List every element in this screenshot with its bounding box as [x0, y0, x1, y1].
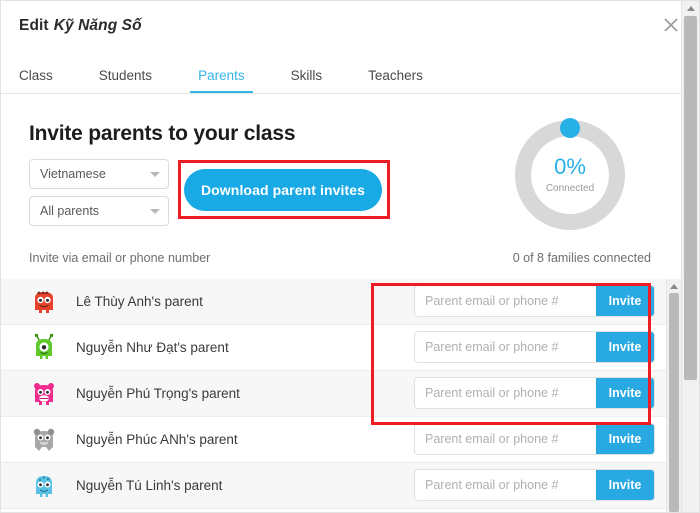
parent-name: Nguyễn Phú Trọng's parent: [76, 386, 240, 401]
chevron-down-icon: [150, 208, 160, 214]
scroll-up-icon[interactable]: [667, 279, 681, 293]
invite-button[interactable]: Invite: [596, 378, 654, 408]
dialog-scrollbar[interactable]: [681, 1, 699, 512]
language-select[interactable]: Vietnamese: [29, 159, 169, 189]
tab-students[interactable]: Students: [99, 68, 152, 93]
parent-scope-select-value: All parents: [40, 204, 100, 218]
table-row: Nguyễn Phúc ANh's parent Invite: [1, 417, 681, 463]
tab-teachers[interactable]: Teachers: [368, 68, 423, 93]
edit-class-dialog: Edit Kỹ Năng Số Class Students Parents Sk…: [0, 0, 700, 513]
invite-field-group: Invite: [414, 377, 655, 409]
invite-button[interactable]: Invite: [596, 470, 654, 500]
dialog-titlebar: Edit Kỹ Năng Số: [1, 1, 699, 50]
section-heading: Invite parents to your class: [29, 122, 296, 145]
list-scrollbar[interactable]: [666, 279, 681, 512]
monster-gray-avatar: [29, 425, 59, 455]
table-row: Nguyễn Tú Linh's parent Invite: [1, 463, 681, 509]
parent-contact-input[interactable]: [415, 286, 596, 316]
download-parent-invites-button[interactable]: Download parent invites: [184, 169, 382, 211]
monster-green-avatar: [29, 333, 59, 363]
connected-percent: 0%: [554, 154, 586, 179]
monster-blue-avatar: [29, 471, 59, 501]
page-title: Edit Kỹ Năng Số: [19, 17, 142, 35]
tab-class[interactable]: Class: [19, 68, 53, 93]
table-row: Nguyễn Như Đạt's parent Invite: [1, 325, 681, 371]
scroll-up-icon[interactable]: [682, 1, 699, 15]
monster-red-avatar: [29, 287, 59, 317]
parent-name: Nguyễn Tú Linh's parent: [76, 478, 223, 493]
invite-field-group: Invite: [414, 423, 655, 455]
families-connected-count: 0 of 8 families connected: [512, 251, 651, 265]
connected-progress-donut: 0% Connected: [506, 111, 634, 239]
parents-panel: Invite parents to your class Vietnamese …: [1, 95, 681, 512]
invite-button[interactable]: Invite: [596, 424, 654, 454]
invite-button[interactable]: Invite: [596, 332, 654, 362]
chevron-down-icon: [150, 171, 160, 177]
parent-name: Lê Thùy Anh's parent: [76, 294, 203, 309]
parent-invite-list: Lê Thùy Anh's parent Invite: [1, 279, 681, 512]
parent-contact-input[interactable]: [415, 424, 596, 454]
tab-skills[interactable]: Skills: [291, 68, 323, 93]
invite-list-header: Invite via email or phone number 0 of 8 …: [1, 251, 681, 279]
invite-button[interactable]: Invite: [596, 286, 654, 316]
list-scrollbar-thumb[interactable]: [669, 293, 679, 512]
parent-contact-input[interactable]: [415, 332, 596, 362]
connected-caption: Connected: [545, 183, 595, 194]
table-row: Nguyễn Phú Trọng's parent Invite: [1, 371, 681, 417]
parent-name: Nguyễn Phúc ANh's parent: [76, 432, 238, 447]
parent-contact-input[interactable]: [415, 470, 596, 500]
invite-list-header-left: Invite via email or phone number: [29, 251, 211, 265]
tab-parents[interactable]: Parents: [190, 68, 253, 93]
invite-field-group: Invite: [414, 331, 655, 363]
page-title-prefix: Edit: [19, 16, 49, 34]
invite-field-group: Invite: [414, 285, 655, 317]
language-select-value: Vietnamese: [40, 167, 106, 181]
dialog-scrollbar-thumb[interactable]: [684, 16, 697, 380]
parent-contact-input[interactable]: [415, 378, 596, 408]
parent-scope-select[interactable]: All parents: [29, 196, 169, 226]
invite-field-group: Invite: [414, 469, 655, 501]
dialog-tabs: Class Students Parents Skills Teachers: [1, 50, 699, 94]
page-title-class-name: Kỹ Năng Số: [53, 16, 142, 34]
table-row: Lê Thùy Anh's parent Invite: [1, 279, 681, 325]
monster-pink-avatar: [29, 379, 59, 409]
parent-name: Nguyễn Như Đạt's parent: [76, 340, 229, 355]
connected-progress-labels: 0% Connected: [506, 111, 634, 239]
